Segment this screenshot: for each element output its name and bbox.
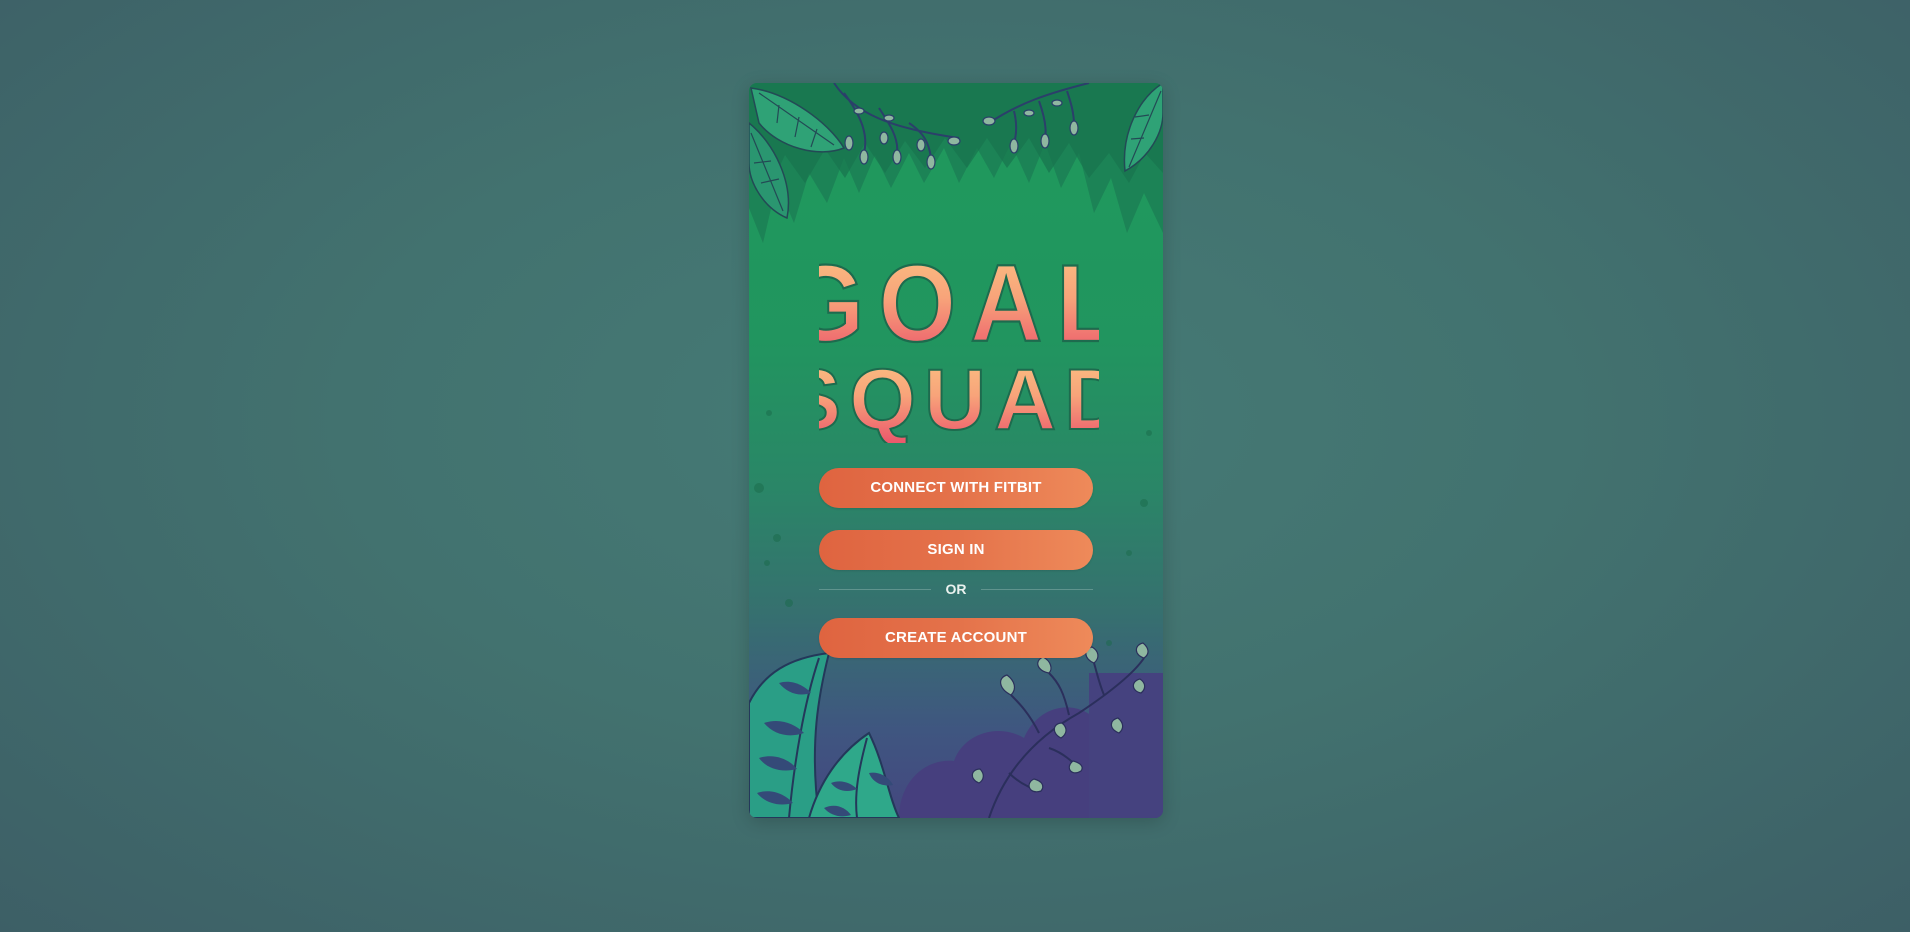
logo-line-goal: GOAL (819, 242, 1099, 364)
login-screen: GOAL SQUAD CONNECT WITH FITBIT SIGN IN O… (749, 83, 1163, 818)
create-account-button[interactable]: CREATE ACCOUNT (819, 618, 1093, 658)
divider-line-right (981, 589, 1093, 590)
sign-in-button[interactable]: SIGN IN (819, 530, 1093, 570)
or-divider: OR (819, 581, 1093, 597)
logo-line-squad: SQUAD (819, 352, 1099, 443)
connect-with-fitbit-button[interactable]: CONNECT WITH FITBIT (819, 468, 1093, 508)
goal-squad-logo: GOAL SQUAD (819, 241, 1099, 443)
jungle-background-illustration (749, 83, 1163, 818)
